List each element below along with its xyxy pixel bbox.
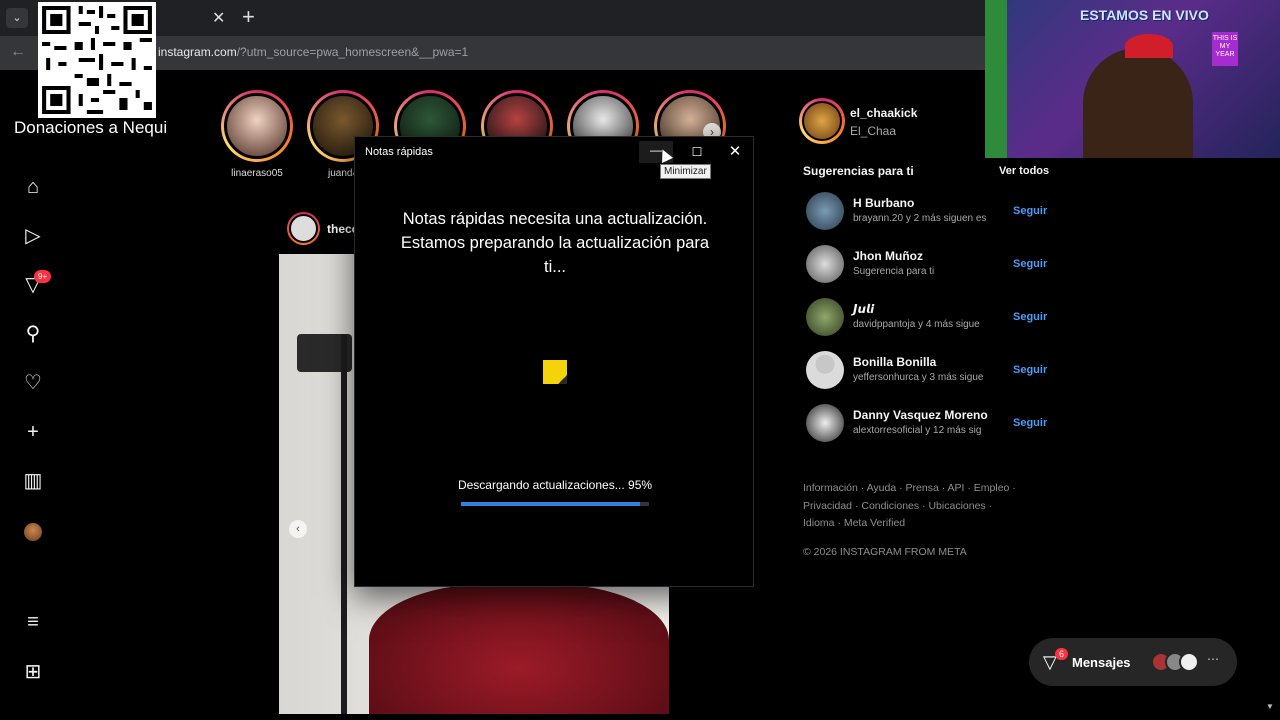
messages-avatars: [1151, 652, 1211, 672]
home-icon[interactable]: ⌂: [22, 176, 44, 198]
donation-caption: Donaciones a Nequi: [14, 118, 168, 137]
minimize-tooltip: Minimizar: [660, 164, 711, 179]
suggestions-title: Sugerencias para ti: [803, 164, 914, 178]
progress-text: Descargando actualizaciones... 95%: [457, 478, 653, 492]
suggestion-name[interactable]: H Burbano: [853, 196, 914, 210]
apps-icon[interactable]: ⊞: [22, 661, 44, 683]
back-arrow-icon[interactable]: ←: [10, 43, 26, 61]
follow-button[interactable]: Seguir: [1013, 417, 1047, 429]
chat-avatar: [1179, 652, 1199, 672]
url-host: instagram.com: [158, 45, 237, 59]
red-jacket: [369, 584, 669, 714]
screen: { "browser": { "tab_menu": "⌄", "tab_clo…: [0, 0, 1280, 720]
suggestion-subtext: brayann.20 y 2 más siguen es: [853, 213, 987, 224]
suggestion-name[interactable]: Bonilla Bonilla: [853, 355, 936, 369]
follow-button[interactable]: Seguir: [1013, 205, 1047, 217]
follow-button[interactable]: Seguir: [1013, 364, 1047, 376]
suggestion-name[interactable]: 𝙅𝙪𝙡𝙞: [853, 302, 874, 316]
suggestion-avatar[interactable]: [806, 404, 844, 442]
live-sign: ESTAMOS EN VIVO: [1080, 7, 1209, 23]
tab-search-button[interactable]: ⌄: [6, 8, 28, 28]
my-profile-avatar[interactable]: [799, 98, 845, 144]
new-tab-button[interactable]: +: [242, 4, 255, 30]
story-name: linaeraso05: [231, 168, 283, 179]
follow-button[interactable]: Seguir: [1013, 258, 1047, 270]
dialog-message: Notas rápidas necesita una actualización…: [400, 210, 710, 276]
suggestion-item: 𝙅𝙪𝙡𝙞 davidppantoja y 4 más sigue Seguir: [806, 298, 1047, 338]
suggestion-subtext: Sugerencia para ti: [853, 266, 935, 277]
reels-icon[interactable]: ▷: [22, 225, 44, 247]
messages-badge: 6: [1055, 648, 1069, 660]
suggestion-avatar[interactable]: [806, 245, 844, 283]
close-button[interactable]: ✕: [723, 141, 747, 163]
url-path: /?utm_source=pwa_homescreen&__pwa=1: [236, 45, 469, 59]
suggestion-name[interactable]: Jhon Muñoz: [853, 249, 923, 263]
suggestion-name[interactable]: Danny Vasquez Moreno: [853, 408, 988, 422]
suggestion-item: Jhon Muñoz Sugerencia para ti Seguir: [806, 245, 1047, 285]
story-item[interactable]: linaeraso05: [219, 90, 295, 179]
suggestion-subtext: alextorresoficial y 12 más sig: [853, 425, 982, 436]
my-username[interactable]: el_chaakick: [850, 106, 917, 120]
search-icon[interactable]: ⚲: [22, 323, 44, 345]
heart-icon[interactable]: ♡: [22, 372, 44, 394]
maximize-button[interactable]: ☐: [685, 141, 709, 163]
suggestion-subtext: davidppantoja y 4 más sigue: [853, 319, 980, 330]
copyright: © 2026 INSTAGRAM FROM META: [803, 546, 967, 558]
suggestion-item: Danny Vasquez Moreno alextorresoficial y…: [806, 404, 1047, 444]
my-full-name: El_Chaa: [850, 124, 897, 138]
messages-label: Mensajes: [1072, 655, 1131, 670]
sticky-notes-dialog: Notas rápidas — ☐ ✕ Minimizar Notas rápi…: [354, 136, 754, 587]
more-icon: ⋯: [1207, 652, 1219, 666]
suggestion-item: Bonilla Bonilla yeffersonhurca y 3 más s…: [806, 351, 1047, 391]
create-icon[interactable]: +: [22, 421, 44, 443]
messages-button[interactable]: ▽ 6 Mensajes ⋯: [1029, 638, 1237, 686]
profile-avatar-nav[interactable]: [24, 523, 42, 541]
footer-links[interactable]: Información · Ayuda · Prensa · API · Emp…: [803, 480, 1018, 533]
poster: THIS IS MY YEAR: [1212, 32, 1238, 66]
suggestion-item: H Burbano brayann.20 y 2 más siguen es S…: [806, 192, 1047, 232]
suggestion-avatar[interactable]: [806, 298, 844, 336]
streamer: [1083, 48, 1193, 158]
suggestion-subtext: yeffersonhurca y 3 más sigue: [853, 372, 984, 383]
tab-close-icon[interactable]: ✕: [212, 8, 225, 28]
see-all-link[interactable]: Ver todos: [999, 165, 1049, 177]
progress-fill: [461, 502, 640, 506]
suggestion-avatar[interactable]: [806, 192, 844, 230]
post-prev-button[interactable]: ‹: [289, 520, 307, 538]
story-avatar: [224, 93, 290, 159]
flag-strip: [985, 0, 1007, 158]
dashboard-icon[interactable]: ▥: [22, 470, 44, 492]
qr-code: [38, 2, 156, 118]
follow-button[interactable]: Seguir: [1013, 311, 1047, 323]
light-stand: [341, 334, 347, 714]
webcam-overlay: ESTAMOS EN VIVO THIS IS MY YEAR: [985, 0, 1280, 158]
progress-bar: [461, 502, 649, 506]
url-text[interactable]: instagram.com/?utm_source=pwa_homescreen…: [158, 45, 468, 59]
suggestion-avatar[interactable]: [806, 351, 844, 389]
red-cap: [1125, 34, 1173, 58]
notification-badge: 9+: [34, 270, 52, 283]
menu-icon[interactable]: ≡: [22, 611, 44, 633]
sticky-notes-icon: [543, 360, 567, 384]
dialog-title: Notas rápidas: [365, 146, 433, 158]
scroll-down-icon[interactable]: ▼: [1266, 702, 1274, 711]
post-avatar[interactable]: [287, 212, 320, 245]
